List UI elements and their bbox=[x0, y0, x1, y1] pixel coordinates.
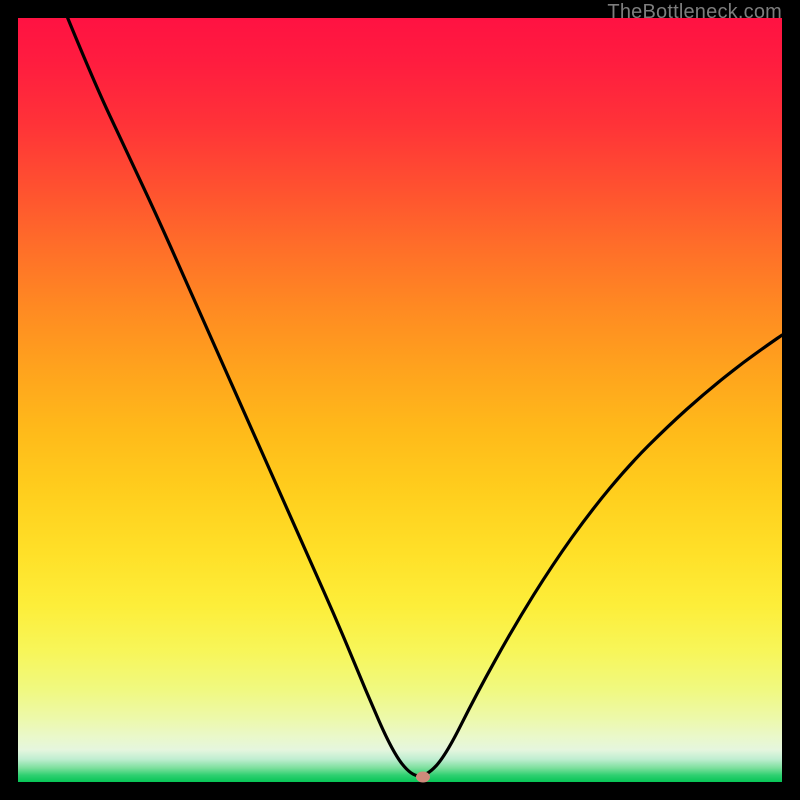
chart-stage: TheBottleneck.com bbox=[0, 0, 800, 800]
bottleneck-curve bbox=[18, 18, 782, 782]
plot-area bbox=[18, 18, 782, 782]
optimal-point-marker bbox=[416, 771, 430, 782]
